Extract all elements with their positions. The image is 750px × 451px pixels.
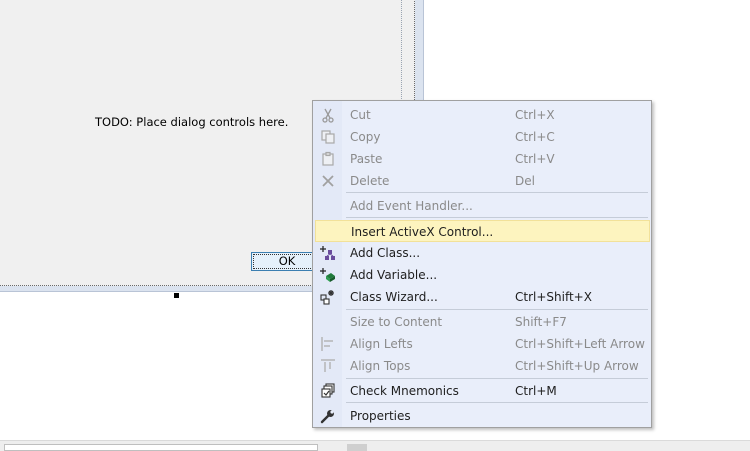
menu-item-label: Add Event Handler...	[350, 199, 473, 213]
menu-item-label: Add Variable...	[350, 268, 438, 282]
bottom-scroll-field[interactable]	[4, 444, 318, 451]
class-wizard-icon	[320, 289, 336, 305]
menu-item-align-lefts[interactable]: Align Lefts Ctrl+Shift+Left Arrow	[314, 333, 650, 355]
bottom-scroll-thumb[interactable]	[347, 444, 367, 451]
menu-item-shortcut: Ctrl+C	[515, 130, 555, 144]
menu-item-add-class[interactable]: Add Class...	[314, 242, 650, 264]
check-mnemonics-icon	[320, 383, 336, 399]
menu-item-size-to-content[interactable]: Size to Content Shift+F7	[314, 311, 650, 333]
menu-item-label: Properties	[350, 409, 411, 423]
dialog-placeholder-text[interactable]: TODO: Place dialog controls here.	[95, 115, 288, 129]
menu-item-label: Delete	[350, 174, 390, 188]
wrench-icon	[320, 408, 336, 424]
context-menu: Cut Ctrl+X Copy Ctrl+C Paste Ctrl+V Dele…	[312, 100, 652, 428]
add-class-icon	[320, 245, 336, 261]
add-variable-icon	[320, 267, 336, 283]
menu-item-label: Paste	[350, 152, 383, 166]
menu-item-label: Align Tops	[350, 359, 411, 373]
menu-item-label: Add Class...	[350, 246, 421, 260]
menu-item-copy[interactable]: Copy Ctrl+C	[314, 126, 650, 148]
cut-icon	[320, 107, 336, 123]
menu-item-label: Check Mnemonics	[350, 384, 459, 398]
menu-item-insert-activex-control[interactable]: Insert ActiveX Control...	[315, 220, 650, 242]
copy-icon	[320, 129, 336, 145]
menu-item-add-variable[interactable]: Add Variable...	[314, 264, 650, 286]
menu-item-shortcut: Ctrl+M	[515, 384, 557, 398]
paste-icon	[320, 151, 336, 167]
menu-item-cut[interactable]: Cut Ctrl+X	[314, 104, 650, 126]
menu-separator	[346, 217, 648, 218]
menu-item-shortcut: Ctrl+V	[515, 152, 555, 166]
menu-item-properties[interactable]: Properties	[314, 405, 650, 427]
menu-item-check-mnemonics[interactable]: Check Mnemonics Ctrl+M	[314, 380, 650, 402]
menu-item-shortcut: Ctrl+X	[515, 108, 555, 122]
menu-separator	[346, 402, 648, 403]
menu-separator	[346, 192, 648, 193]
resize-handle[interactable]	[174, 293, 179, 298]
menu-item-shortcut: Shift+F7	[515, 315, 567, 329]
align-lefts-icon	[320, 336, 336, 352]
menu-item-delete[interactable]: Delete Del	[314, 170, 650, 192]
menu-item-label: Size to Content	[350, 315, 443, 329]
delete-icon	[320, 173, 336, 189]
menu-item-label: Insert ActiveX Control...	[351, 225, 494, 239]
menu-item-align-tops[interactable]: Align Tops Ctrl+Shift+Up Arrow	[314, 355, 650, 377]
menu-item-label: Cut	[350, 108, 371, 122]
menu-item-add-event-handler[interactable]: Add Event Handler...	[314, 195, 650, 217]
menu-item-label: Class Wizard...	[350, 290, 438, 304]
menu-separator	[346, 309, 648, 310]
menu-item-shortcut: Del	[515, 174, 535, 188]
menu-item-shortcut: Ctrl+Shift+X	[515, 290, 592, 304]
menu-item-class-wizard[interactable]: Class Wizard... Ctrl+Shift+X	[314, 286, 650, 308]
align-tops-icon	[320, 358, 336, 374]
menu-separator	[346, 378, 648, 379]
menu-item-shortcut: Ctrl+Shift+Up Arrow	[515, 359, 639, 373]
menu-item-label: Copy	[350, 130, 381, 144]
menu-item-label: Align Lefts	[350, 337, 413, 351]
menu-item-paste[interactable]: Paste Ctrl+V	[314, 148, 650, 170]
menu-item-shortcut: Ctrl+Shift+Left Arrow	[515, 337, 645, 351]
